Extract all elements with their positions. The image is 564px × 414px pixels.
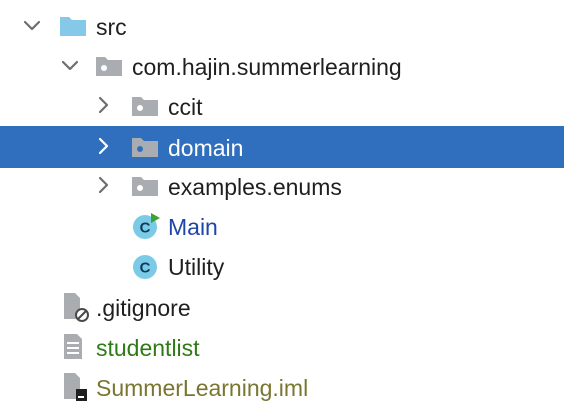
tree-row-utility[interactable]: C Utility: [0, 248, 564, 288]
tree-label: .gitignore: [96, 295, 191, 321]
tree-label: com.hajin.summerlearning: [132, 54, 402, 80]
chevron-right-icon[interactable]: [94, 95, 114, 115]
ignored-file-icon: [62, 291, 92, 322]
tree-label: domain: [168, 135, 244, 161]
tree-row-domain-selected[interactable]: domain: [0, 126, 564, 168]
chevron-down-icon[interactable]: [60, 56, 80, 76]
runnable-class-icon: C: [131, 212, 161, 239]
chevron-right-icon[interactable]: [94, 175, 114, 195]
tree-row-ccit[interactable]: ccit: [0, 86, 564, 126]
tree-label: Utility: [168, 254, 225, 280]
tree-row-studentlist[interactable]: studentlist: [0, 328, 564, 368]
tree-row-package-root[interactable]: com.hajin.summerlearning: [0, 46, 564, 86]
tree-row-examples-enums[interactable]: examples.enums: [0, 168, 564, 208]
tree-label: src: [96, 14, 127, 40]
module-file-icon: [62, 371, 92, 401]
class-icon: C: [131, 252, 161, 279]
text-file-icon: [62, 332, 92, 359]
tree-label: SummerLearning.iml: [96, 375, 309, 401]
tree-label: Main: [168, 214, 218, 240]
tree-row-summerlearning-iml[interactable]: SummerLearning.iml: [0, 368, 564, 408]
tree-label: ccit: [168, 94, 203, 120]
project-tree: src com.hajin.summerlearning ccit domain: [0, 0, 564, 414]
tree-label: examples.enums: [168, 174, 342, 200]
package-icon: [94, 53, 124, 79]
chevron-right-icon[interactable]: [94, 136, 114, 156]
tree-row-src[interactable]: src: [0, 6, 564, 46]
chevron-down-icon[interactable]: [22, 16, 42, 36]
package-icon: [130, 173, 160, 199]
package-icon: [130, 93, 160, 119]
tree-row-main[interactable]: C Main: [0, 208, 564, 248]
svg-text:C: C: [140, 220, 151, 237]
tree-row-gitignore[interactable]: .gitignore: [0, 288, 564, 328]
tree-label: studentlist: [96, 335, 200, 361]
svg-text:C: C: [140, 260, 151, 277]
package-icon: [130, 134, 160, 160]
source-folder-icon: [58, 13, 88, 39]
